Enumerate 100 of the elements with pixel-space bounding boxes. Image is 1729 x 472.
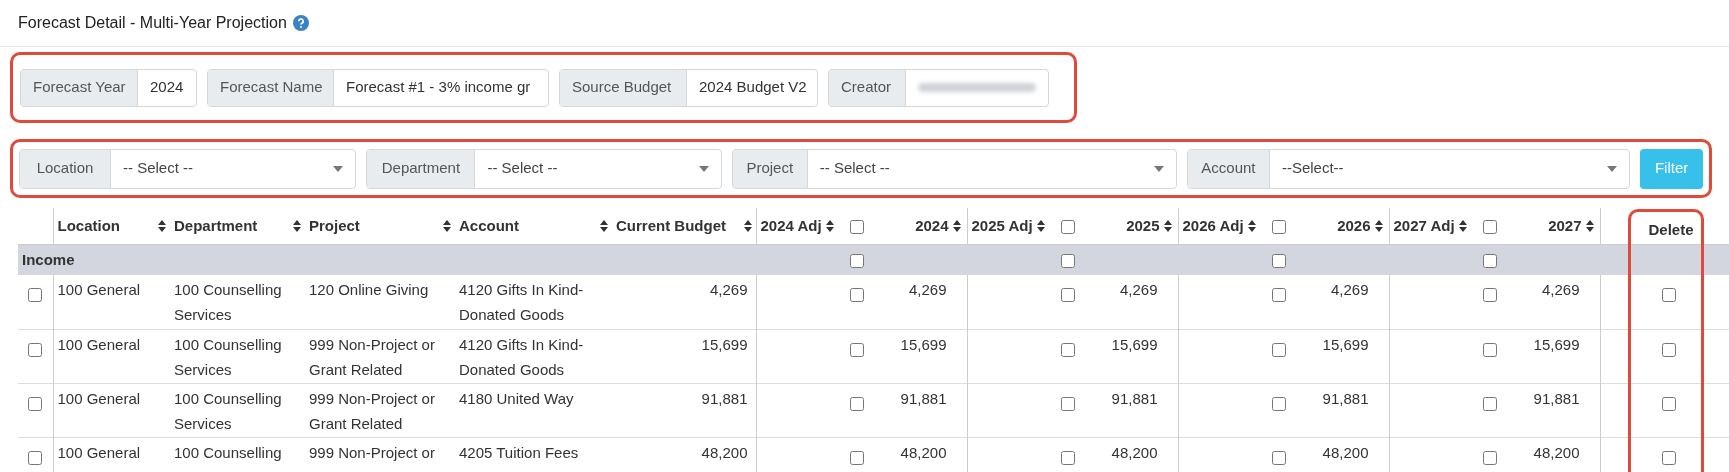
column-header[interactable]: 2024 Adj <box>760 214 822 237</box>
column-header[interactable]: Project <box>309 214 360 237</box>
sort-icon[interactable] <box>1374 219 1383 232</box>
checkbox[interactable] <box>1061 342 1075 357</box>
table-cell: 100 Counselling Services <box>170 275 305 329</box>
sort-icon[interactable] <box>1585 219 1594 232</box>
checkbox[interactable] <box>28 288 43 303</box>
field-label: Forecast Year <box>21 69 138 106</box>
table-cell: 100 Counselling Services <box>170 329 305 383</box>
table-cell: 15,699 <box>1083 329 1178 383</box>
checkbox[interactable] <box>1061 288 1075 303</box>
checkbox[interactable] <box>1061 450 1075 465</box>
checkbox[interactable] <box>1661 342 1676 357</box>
checkbox[interactable] <box>28 342 43 357</box>
sort-icon[interactable] <box>600 219 608 232</box>
column-header[interactable]: Current Budget <box>616 214 726 237</box>
column-header[interactable]: Department <box>174 214 258 237</box>
table-cell: 100 General <box>53 437 170 472</box>
sort-icon[interactable] <box>952 219 961 232</box>
table-cell: 999 Non-Project or Grant Related <box>305 329 455 383</box>
table-cell: 4,269 <box>612 275 756 329</box>
checkbox[interactable] <box>1483 396 1497 411</box>
field-label: Creator <box>829 69 906 106</box>
checkbox[interactable] <box>1272 342 1286 357</box>
checkbox[interactable] <box>1061 396 1075 411</box>
table-cell: 91,881 <box>872 383 967 437</box>
field-label: Source Budget <box>560 69 687 106</box>
checkbox[interactable] <box>1272 219 1286 234</box>
table-cell: 4,269 <box>1294 275 1389 329</box>
checkbox[interactable] <box>28 396 43 411</box>
column-header[interactable]: 2025 Adj <box>971 214 1033 237</box>
sort-icon[interactable] <box>1458 219 1467 232</box>
column-header[interactable]: 2025 <box>1126 214 1160 237</box>
table-cell: 999 Non-Project or <box>305 437 455 472</box>
checkbox[interactable] <box>850 342 864 357</box>
table-cell: 4,269 <box>1083 275 1178 329</box>
column-header[interactable]: 2026 Adj <box>1182 214 1244 237</box>
checkbox[interactable] <box>1483 342 1497 357</box>
group-label: Income <box>22 250 75 268</box>
sort-icon[interactable] <box>443 219 451 232</box>
column-header[interactable]: 2027 Adj <box>1393 214 1455 237</box>
checkbox[interactable] <box>1272 253 1286 268</box>
checkbox[interactable] <box>1661 396 1676 411</box>
table-cell: 91,881 <box>1505 383 1600 437</box>
table-cell: 15,699 <box>612 329 756 383</box>
checkbox[interactable] <box>1061 253 1075 268</box>
sort-icon[interactable] <box>1247 219 1256 232</box>
table-cell: 48,200 <box>612 437 756 472</box>
checkbox[interactable] <box>1483 253 1497 268</box>
checkbox[interactable] <box>28 450 43 465</box>
table-cell: 48,200 <box>872 437 967 472</box>
help-icon[interactable] <box>292 15 309 31</box>
table-cell: 48,200 <box>1294 437 1389 472</box>
column-header[interactable]: 2027 <box>1548 214 1582 237</box>
table-cell: 48,200 <box>1505 437 1600 472</box>
column-header[interactable]: Account <box>459 214 519 237</box>
sort-icon[interactable] <box>1163 219 1172 232</box>
table-cell: 91,881 <box>1083 383 1178 437</box>
checkbox[interactable] <box>1483 219 1497 234</box>
table-cell: 15,699 <box>1505 329 1600 383</box>
column-header: Delete <box>1648 220 1694 238</box>
checkbox[interactable] <box>850 253 864 268</box>
sort-icon[interactable] <box>293 219 301 232</box>
page-title: Forecast Detail - Multi-Year Projection <box>18 13 287 33</box>
checkbox[interactable] <box>850 396 864 411</box>
field-value: Forecast #1 - 3% income gr <box>345 77 532 98</box>
table-cell: 100 General <box>53 275 170 329</box>
column-header[interactable]: 2026 <box>1337 214 1371 237</box>
field-value: 2024 <box>149 77 185 98</box>
column-header[interactable]: 2024 <box>915 214 949 237</box>
table-cell: 4,269 <box>1505 275 1600 329</box>
checkbox[interactable] <box>1483 450 1497 465</box>
field-label: Forecast Name <box>208 69 334 106</box>
sort-icon[interactable] <box>158 219 166 232</box>
table-cell: 91,881 <box>612 383 756 437</box>
sort-icon[interactable] <box>825 219 834 232</box>
table-cell: 15,699 <box>1294 329 1389 383</box>
checkbox[interactable] <box>1272 450 1286 465</box>
checkbox[interactable] <box>1272 396 1286 411</box>
sort-icon[interactable] <box>743 219 752 232</box>
table-cell: 91,881 <box>1294 383 1389 437</box>
checkbox[interactable] <box>850 288 864 303</box>
table-cell: 4,269 <box>872 275 967 329</box>
table-cell: 999 Non-Project or Grant Related <box>305 383 455 437</box>
field-value: 2024 Budget V2 <box>698 77 808 98</box>
table-cell: 4205 Tuition Fees <box>455 437 612 472</box>
checkbox[interactable] <box>850 219 864 234</box>
table-cell: 100 Counselling Services <box>170 383 305 437</box>
table-cell: 120 Online Giving <box>305 275 455 329</box>
table-cell: 100 Counselling <box>170 437 305 472</box>
column-header[interactable]: Location <box>57 214 120 237</box>
checkbox[interactable] <box>850 450 864 465</box>
checkbox[interactable] <box>1061 219 1075 234</box>
table-cell: 4120 Gifts In Kind-Donated Goods <box>455 275 612 329</box>
checkbox[interactable] <box>1272 288 1286 303</box>
checkbox[interactable] <box>1483 288 1497 303</box>
sort-icon[interactable] <box>1036 219 1045 232</box>
checkbox[interactable] <box>1661 288 1676 303</box>
checkbox[interactable] <box>1661 450 1676 465</box>
table-cell: 15,699 <box>872 329 967 383</box>
